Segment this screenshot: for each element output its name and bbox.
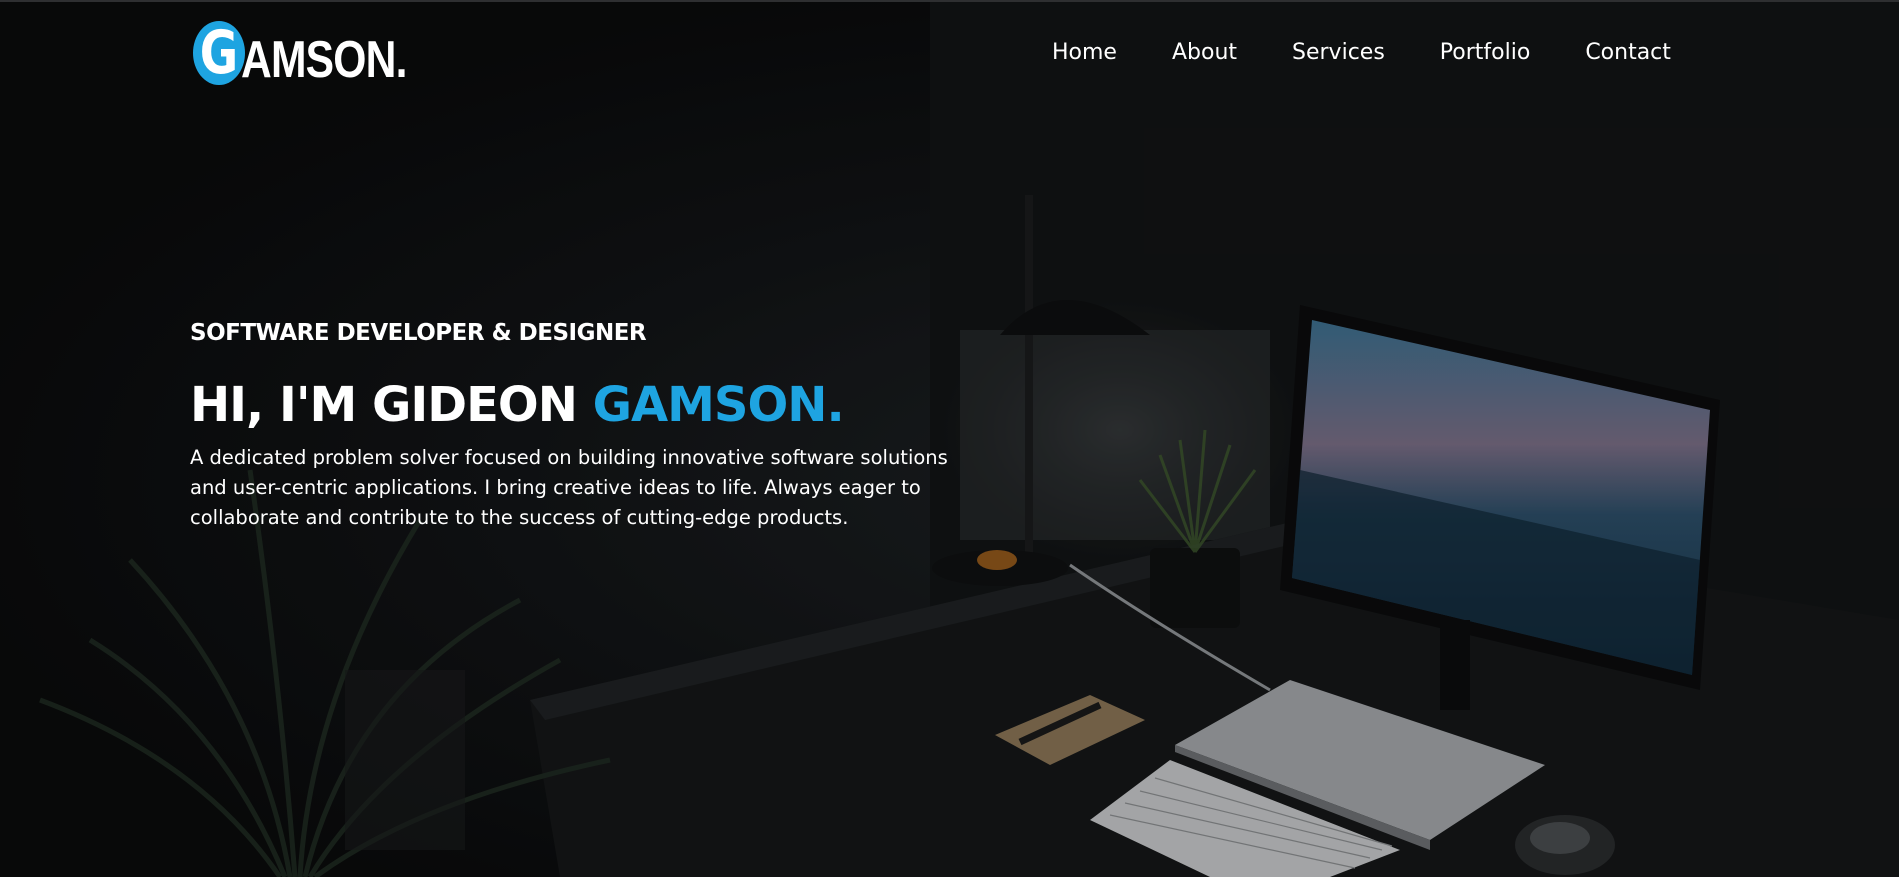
nav-link-portfolio[interactable]: Portfolio bbox=[1440, 38, 1531, 68]
nav-link-about[interactable]: About bbox=[1172, 38, 1237, 68]
nav-link-home[interactable]: Home bbox=[1052, 38, 1117, 68]
main-nav: Home About Services Portfolio Contact bbox=[1052, 38, 1671, 68]
headline-accent-name: GAMSON. bbox=[592, 377, 845, 433]
logo-badge: G bbox=[193, 21, 245, 85]
hero-description: A dedicated problem solver focused on bu… bbox=[190, 446, 948, 529]
hero-subtitle: SOFTWARE DEVELOPER & DESIGNER bbox=[190, 320, 647, 346]
site-header: G AMSON. Home About Services Portfolio C… bbox=[0, 0, 1899, 100]
headline-name: HI, I'M GIDEON bbox=[190, 377, 593, 433]
logo-letter: G bbox=[199, 18, 239, 88]
logo-wordmark: AMSON. bbox=[241, 31, 407, 89]
hero-headline: HI, I'M GIDEON GAMSON. bbox=[190, 374, 845, 436]
nav-link-services[interactable]: Services bbox=[1292, 38, 1385, 68]
site-logo[interactable]: G AMSON. bbox=[193, 20, 443, 89]
background-dim-overlay bbox=[0, 0, 1899, 877]
nav-link-contact[interactable]: Contact bbox=[1585, 38, 1671, 68]
hero-background-image bbox=[0, 0, 1899, 877]
